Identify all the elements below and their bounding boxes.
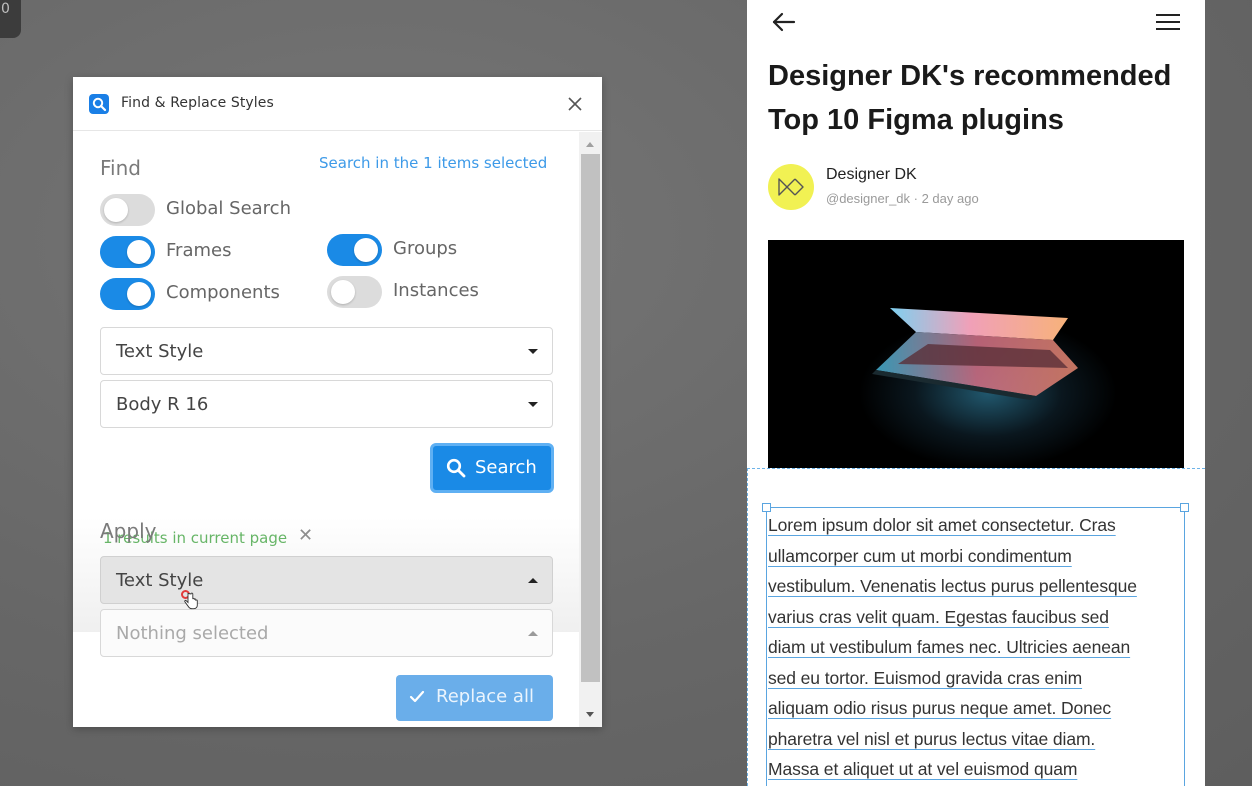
plugin-body: Find Search in the 1 items selected Glob… <box>73 132 579 727</box>
components-label: Components <box>166 282 280 303</box>
author-name[interactable]: Designer DK <box>826 166 917 184</box>
chevron-up-icon <box>528 578 538 583</box>
search-button[interactable]: Search <box>430 443 554 493</box>
hand-pointer-icon <box>184 592 198 610</box>
scroll-up-icon[interactable] <box>586 142 594 147</box>
body-line: vestibulum. Venenatis lectus purus pelle… <box>768 576 1137 596</box>
search-icon <box>446 458 466 478</box>
hero-image-laptop <box>768 240 1184 468</box>
scroll-down-icon[interactable] <box>586 712 594 717</box>
article-frame: Designer DK's recommended Top 10 Figma p… <box>747 0 1205 786</box>
find-style-name-select[interactable]: Body R 16 <box>100 380 553 428</box>
chevron-up-icon <box>528 631 538 636</box>
clear-results-icon[interactable]: ✕ <box>298 525 313 546</box>
toggle-knob <box>104 198 128 222</box>
body-line: ullamcorper cum ut morbi condimentum <box>768 545 1072 566</box>
frames-label: Frames <box>166 240 232 261</box>
article-body-text: Lorem ipsum dolor sit amet consectetur. … <box>768 510 1188 785</box>
replace-all-button[interactable]: Replace all <box>396 675 553 721</box>
groups-toggle[interactable] <box>327 234 382 266</box>
headline-line: Designer DK's recommended <box>768 60 1172 92</box>
select-value: Text Style <box>116 341 204 362</box>
author-meta: @designer_dk · 2 day ago <box>826 191 979 206</box>
apply-heading: Apply <box>100 519 157 543</box>
check-icon <box>409 690 425 703</box>
laptop-illustration <box>872 308 1078 400</box>
select-placeholder: Nothing selected <box>116 623 269 644</box>
body-line: diam ut vestibulum fames nec. Ultricies … <box>768 637 1131 657</box>
scroll-thumb[interactable] <box>581 154 600 682</box>
instances-label: Instances <box>393 280 479 301</box>
frames-toggle[interactable] <box>100 236 155 268</box>
back-arrow-icon[interactable] <box>771 11 797 33</box>
toggle-knob <box>354 238 378 262</box>
toggle-knob <box>127 282 151 306</box>
search-button-label: Search <box>475 457 537 478</box>
plugin-header: Find & Replace Styles <box>73 77 602 131</box>
avatar[interactable] <box>768 164 814 210</box>
body-line: Lorem ipsum dolor sit amet consectetur. … <box>768 515 1116 535</box>
body-line: Massa et aliquet ut at vel euismod quam <box>768 759 1078 779</box>
search-scope-hint[interactable]: Search in the 1 items selected <box>319 154 547 172</box>
replace-all-label: Replace all <box>436 686 534 707</box>
hamburger-menu-icon[interactable] <box>1155 12 1181 32</box>
body-line: pharetra vel nisl et purus lectus vitae … <box>768 728 1096 749</box>
apply-style-type-select[interactable]: Text Style <box>100 556 553 604</box>
plugin-title: Find & Replace Styles <box>121 95 274 111</box>
components-toggle[interactable] <box>100 278 155 310</box>
instances-toggle[interactable] <box>327 276 382 308</box>
body-line: aliquam odio risus purus neque amet. Don… <box>768 698 1112 718</box>
toggle-knob <box>127 240 151 264</box>
apply-style-name-select[interactable]: Nothing selected <box>100 609 553 657</box>
plugin-logo-icon <box>89 94 109 114</box>
body-line: sed eu tortor. Euismod gravida cras enim <box>768 667 1083 688</box>
close-icon[interactable] <box>566 95 584 113</box>
headline-line: Top 10 Figma plugins <box>768 104 1064 136</box>
find-style-type-select[interactable]: Text Style <box>100 327 553 375</box>
global-search-toggle[interactable] <box>100 194 155 226</box>
global-search-label: Global Search <box>166 198 291 219</box>
plugin-scrollbar[interactable] <box>579 132 602 727</box>
select-value: Text Style <box>116 570 204 591</box>
chevron-down-icon <box>528 349 538 354</box>
select-value: Body R 16 <box>116 394 209 415</box>
body-line: varius cras velit quam. Egestas faucibus… <box>768 606 1109 627</box>
article-headline: Designer DK's recommended Top 10 Figma p… <box>768 54 1188 142</box>
chevron-down-icon <box>528 402 538 407</box>
corner-tab: 0 <box>0 0 21 38</box>
dk-logo-icon <box>778 178 804 196</box>
find-replace-plugin-window: Find & Replace Styles Find Search in the… <box>73 77 602 727</box>
toggle-knob <box>331 280 355 304</box>
groups-label: Groups <box>393 238 458 259</box>
find-heading: Find <box>100 156 141 180</box>
